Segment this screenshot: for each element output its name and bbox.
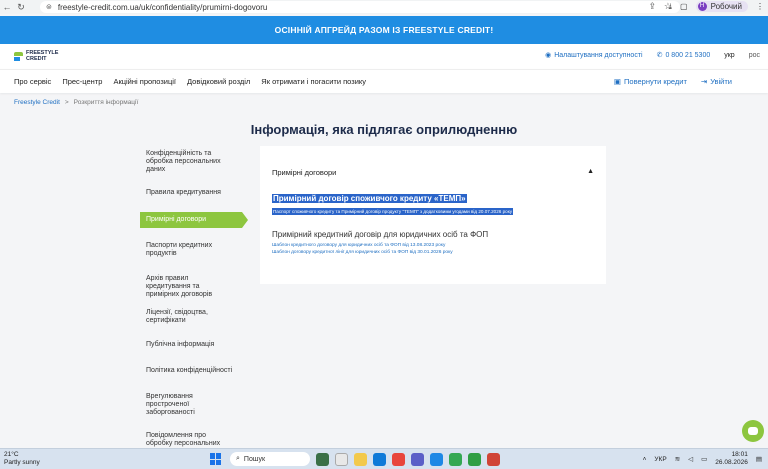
breadcrumb-home[interactable]: Freestyle Credit	[14, 99, 60, 106]
back-icon[interactable]: ←	[0, 2, 14, 12]
sidebar-item-privacy-data[interactable]: Конфіденційність та обробка персональних…	[140, 150, 240, 174]
keyboard-lang[interactable]: УКР	[654, 456, 666, 463]
address-bar[interactable]: ⊜ freestyle-credit.com.ua/uk/confidentia…	[40, 1, 680, 13]
app-office-icon[interactable]	[392, 453, 405, 466]
clock-time: 18:01	[731, 451, 748, 458]
doc-legal-link-1[interactable]: Шаблон кредитного договору для юридичних…	[272, 243, 445, 248]
return-credit-link[interactable]: ▣ Повернути кредит	[614, 77, 687, 86]
share-icon[interactable]: ⇪	[648, 1, 656, 12]
windows-start-icon[interactable]	[210, 453, 222, 465]
reload-icon[interactable]: ↻	[14, 2, 28, 13]
app-chrome-icon[interactable]	[449, 453, 462, 466]
browser-toolbar: ← ↻ ⊜ freestyle-credit.com.ua/uk/confide…	[0, 0, 768, 14]
sidebar-item-overdue-debt[interactable]: Врегулювання простроченої заборгованості	[140, 393, 240, 417]
nav-item-help[interactable]: Довідковий розділ	[187, 77, 250, 86]
profile-button[interactable]: Н Робочий	[695, 1, 748, 12]
url-text: freestyle-credit.com.ua/uk/confidentiali…	[57, 2, 268, 12]
clock[interactable]: 18:01 26.08.2026	[715, 451, 748, 467]
phone-number: 0 800 21 5300	[665, 51, 711, 59]
nav-item-how-to[interactable]: Як отримати і погасити позику	[261, 77, 366, 86]
breadcrumb-current: Розкриття інформації	[73, 99, 139, 106]
section-title[interactable]: Примірні договори	[272, 168, 336, 177]
phone-link[interactable]: ✆ 0 800 21 5300	[656, 51, 711, 60]
login-icon: ⇥	[700, 77, 708, 86]
wifi-icon[interactable]: ≋	[675, 455, 680, 463]
weather-temp: 21°C	[4, 451, 19, 458]
page-title: Інформація, яка підлягає оприлюдненню	[250, 122, 518, 137]
sidebar-item-public-info[interactable]: Публічна інформація	[140, 341, 240, 349]
phone-icon: ✆	[656, 52, 663, 59]
promo-text: ОСІННІЙ АПГРЕЙД РАЗОМ ІЗ FREESTYLE CREDI…	[274, 25, 494, 35]
lang-rus[interactable]: рос	[749, 52, 760, 59]
login-label: Увійти	[710, 77, 732, 86]
avatar: Н	[697, 2, 707, 11]
taskbar: 21°C Partly sunny ⌕ Пошук ˄ УКР ≋ ◁ ▭ 18…	[0, 448, 768, 469]
weather-desc: Partly sunny	[4, 459, 40, 466]
collapse-caret-icon[interactable]: ▲	[587, 168, 594, 175]
clock-date: 26.08.2026	[715, 459, 748, 466]
logo[interactable]: FREESTYLE CREDIT	[14, 50, 58, 62]
chat-icon	[748, 427, 758, 435]
lang-ukr[interactable]: укр	[724, 52, 734, 59]
menu-icon[interactable]: ⋮	[756, 2, 764, 11]
download-icon[interactable]: ⤓	[668, 2, 672, 12]
taskbar-search[interactable]: ⌕ Пошук	[230, 452, 310, 466]
wallet-icon: ▣	[613, 77, 622, 86]
promo-banner[interactable]: ОСІННІЙ АПГРЕЙД РАЗОМ ІЗ FREESTYLE CREDI…	[0, 16, 768, 44]
nav-item-promotions[interactable]: Акційні пропозиції	[113, 77, 176, 86]
app-explorer-icon[interactable]	[354, 453, 367, 466]
site-header: FREESTYLE CREDIT ◉ Налаштування доступно…	[0, 44, 768, 69]
eye-icon: ◉	[545, 52, 552, 59]
logo-mark-icon	[14, 51, 23, 61]
return-credit-label: Повернути кредит	[624, 77, 687, 86]
doc-legal-title: Примірний кредитний договір для юридични…	[272, 230, 489, 239]
app-teams-icon[interactable]	[411, 453, 424, 466]
accessibility-settings-link[interactable]: ◉ Налаштування доступності	[545, 51, 643, 60]
breadcrumb: Freestyle Credit > Розкриття інформації	[14, 99, 138, 106]
weather-widget[interactable]: 21°C Partly sunny	[4, 451, 40, 467]
notifications-icon[interactable]: ▤	[756, 455, 762, 463]
app-widgets-icon[interactable]	[335, 453, 348, 466]
main-nav: Про сервіс Прес-центр Акційні пропозиції…	[0, 69, 768, 93]
logo-line-2: CREDIT	[26, 56, 47, 62]
doc-legal-link-2[interactable]: Шаблон договору кредитної лінії для юрид…	[272, 250, 453, 255]
nav-item-about[interactable]: Про сервіс	[14, 77, 51, 86]
sidebar-item-licenses[interactable]: Ліцензії, свідоцтва, сертифікати	[140, 309, 240, 325]
login-link[interactable]: ⇥ Увійти	[701, 77, 732, 86]
chat-button[interactable]	[742, 420, 764, 442]
nav-item-press[interactable]: Прес-центр	[62, 77, 102, 86]
system-tray: ˄ УКР ≋ ◁ ▭ 18:01 26.08.2026 ▤	[643, 451, 762, 467]
site-info-icon[interactable]: ⊜	[46, 3, 52, 11]
taskbar-apps	[316, 453, 500, 466]
accessibility-label: Налаштування доступності	[554, 51, 643, 59]
app-game-icon[interactable]	[316, 453, 329, 466]
app-red-icon[interactable]	[487, 453, 500, 466]
search-label: Пошук	[243, 455, 266, 463]
content-card: Примірні договори ▲ Примірний договір сп…	[260, 146, 606, 284]
tray-chevron-icon[interactable]: ˄	[643, 456, 647, 463]
app-edge-icon[interactable]	[373, 453, 386, 466]
extensions-icon[interactable]: ▢	[680, 2, 688, 11]
sidebar-item-privacy-policy[interactable]: Політика конфіденційності	[140, 367, 240, 375]
search-icon: ⌕	[236, 455, 240, 462]
doc-temp-link[interactable]: Паспорт споживчого кредиту та Примірний …	[272, 208, 514, 215]
sidebar-item-sample-contracts[interactable]: Примірні договори	[140, 212, 248, 228]
sidebar-item-archive[interactable]: Архів правил кредитування та примірних д…	[140, 275, 240, 299]
app-store-icon[interactable]	[430, 453, 443, 466]
sidebar-item-credit-rules[interactable]: Правила кредитування	[140, 189, 240, 197]
volume-icon[interactable]: ◁	[688, 455, 693, 463]
app-green-icon[interactable]	[468, 453, 481, 466]
profile-name: Робочий	[710, 2, 742, 11]
breadcrumb-separator: >	[64, 99, 69, 106]
sidebar-item-product-passports[interactable]: Паспорти кредитних продуктів	[140, 242, 240, 258]
battery-icon[interactable]: ▭	[701, 455, 707, 463]
doc-temp-title[interactable]: Примірний договір споживчого кредиту «ТЕ…	[272, 194, 467, 203]
